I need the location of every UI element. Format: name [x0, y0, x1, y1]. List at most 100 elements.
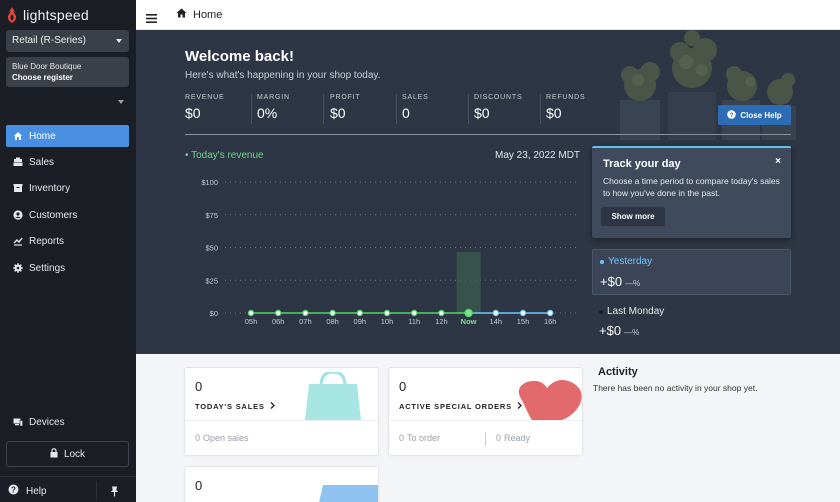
brand-logo[interactable]: lightspeed [6, 6, 89, 24]
kpi-sales: SALES 0 [402, 94, 429, 126]
x-tick-label: 12h [435, 317, 448, 326]
comparison-amount: +$0 [599, 323, 622, 338]
kpi-value: 0% [257, 105, 278, 121]
register-selector[interactable]: Blue Door Boutique Choose register [6, 57, 129, 87]
sidebar: lightspeed Retail (R-Series) Blue Door B… [0, 0, 136, 502]
choose-register-link: Choose register [12, 73, 73, 82]
sidebar-item-label: Settings [29, 262, 66, 274]
sidebar-item-inventory[interactable]: Inventory [6, 177, 129, 199]
sidebar-item-customers[interactable]: Customers [6, 204, 129, 226]
shop-name: Blue Door Boutique [12, 62, 82, 71]
help-label: Help [26, 485, 47, 497]
box-illustration [319, 485, 378, 502]
kpi-profit: PROFIT $0 [330, 94, 360, 126]
y-tick-label: $0 [210, 309, 218, 318]
open-sales-stat[interactable]: 0 Open sales [195, 433, 249, 443]
track-your-day-card: Track your day × Choose a time period to… [592, 146, 791, 238]
chart-legend: • Today's revenue [185, 150, 264, 161]
card-count: 0 [195, 379, 203, 394]
sidebar-item-sales[interactable]: Sales [6, 151, 129, 173]
divider [540, 94, 541, 124]
legend-label: Today's revenue [191, 150, 264, 161]
to-order-stat[interactable]: 0 To order [399, 433, 440, 443]
sidebar-item-settings[interactable]: Settings [6, 257, 129, 279]
divider [96, 481, 97, 499]
third-card[interactable]: 0 [184, 466, 379, 502]
kpi-row: REVENUE $0 MARGIN 0% PROFIT $0 SALES 0 D… [185, 94, 785, 130]
stat-label: Ready [504, 433, 531, 443]
sidebar-item-devices[interactable]: Devices [6, 411, 129, 433]
card-footer: 0 Open sales [185, 420, 378, 455]
sidebar-item-label: Reports [29, 235, 65, 247]
x-tick-label: 09h [354, 317, 367, 326]
close-icon[interactable]: × [775, 156, 781, 167]
store-select[interactable]: Retail (R-Series) [6, 30, 129, 52]
kpi-label: PROFIT [330, 94, 361, 101]
close-help-label: Close Help [740, 110, 782, 120]
home-icon [176, 8, 187, 21]
comparison-name: Yesterday [608, 256, 653, 267]
ready-stat[interactable]: 0 Ready [496, 433, 530, 443]
sidebar-item-reports[interactable]: Reports [6, 230, 129, 252]
revenue-chart: $100 $75 $50 $25 $0 05h 06h 07h 08h 09h 10h 11h 12h N… [201, 178, 580, 326]
settings-icon [13, 263, 23, 273]
stat-label: To order [407, 433, 441, 443]
comparison-percent: —% [625, 279, 641, 288]
chevron-down-icon[interactable] [118, 100, 124, 104]
breadcrumb-home[interactable]: Home [193, 9, 222, 21]
hamburger-menu-icon[interactable] [146, 10, 157, 28]
divider [485, 432, 486, 446]
help-button[interactable]: ? Help [8, 484, 47, 498]
card-count: 0 [399, 379, 407, 394]
stat-label: Open sales [203, 433, 249, 443]
comparison-value: +$0 —% [600, 274, 640, 289]
kpi-label: DISCOUNTS [474, 94, 523, 101]
todays-sales-card[interactable]: 0 TODAY'S SALES 0 Open sales [184, 367, 379, 456]
data-point [519, 309, 527, 317]
data-point [274, 309, 282, 317]
sidebar-item-home[interactable]: Home [6, 125, 129, 147]
show-more-button[interactable]: Show more [601, 207, 665, 226]
customers-icon [13, 210, 23, 220]
special-orders-card[interactable]: 0 ACTIVE SPECIAL ORDERS 0 To order 0 Ready [388, 367, 583, 456]
chevron-down-icon [116, 39, 122, 43]
x-tick-label: 06h [272, 317, 285, 326]
divider [323, 94, 324, 124]
data-point [492, 309, 499, 317]
comparison-label: Last Monday [599, 306, 664, 317]
close-help-button[interactable]: ? Close Help [718, 105, 791, 125]
top-bar: Home [136, 0, 840, 30]
x-tick-label: 16h [544, 317, 557, 326]
dashboard-hero: Welcome back! Here's what's happening in… [136, 30, 840, 354]
comparison-value: +$0 —% [599, 323, 639, 338]
data-point [438, 309, 445, 317]
kpi-value: 0 [402, 105, 410, 121]
legend-dot [600, 259, 604, 264]
comparison-last-monday[interactable]: Last Monday +$0 —% [592, 302, 791, 348]
flame-icon [6, 7, 18, 23]
svg-text:?: ? [730, 112, 734, 119]
card-title: TODAY'S SALES [195, 402, 275, 411]
kpi-value: $0 [546, 105, 562, 121]
x-tick-label: Now [461, 317, 477, 326]
lock-button[interactable]: Lock [6, 441, 129, 467]
kpi-label: MARGIN [257, 94, 290, 101]
reports-icon [13, 236, 23, 246]
sidebar-item-label: Home [29, 130, 56, 142]
pin-icon[interactable] [110, 484, 119, 502]
brand-name: lightspeed [23, 7, 89, 23]
x-tick-label: 14h [490, 317, 503, 326]
inventory-icon [13, 183, 23, 193]
kpi-revenue: REVENUE $0 [185, 94, 224, 126]
chevron-right-icon [270, 402, 275, 411]
data-point [547, 309, 554, 317]
sidebar-item-label: Customers [29, 209, 78, 221]
track-body: Choose a time period to compare today's … [603, 176, 780, 198]
comparison-yesterday[interactable]: Yesterday +$0 —% [592, 249, 791, 295]
card-title-text: TODAY'S SALES [195, 402, 265, 411]
data-point [302, 309, 309, 317]
help-icon: ? [8, 484, 19, 498]
breadcrumb: Home [176, 8, 222, 21]
data-point [329, 309, 336, 317]
card-count: 0 [195, 478, 203, 493]
